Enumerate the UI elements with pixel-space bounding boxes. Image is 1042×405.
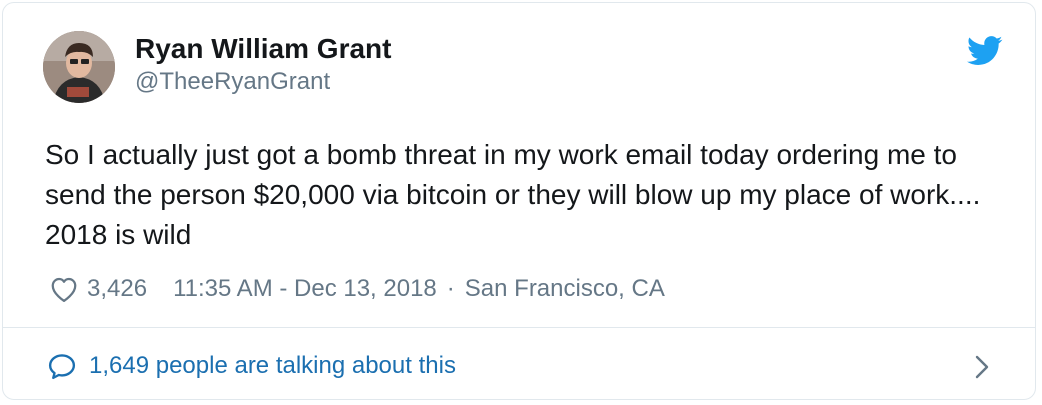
like-count[interactable]: 3,426 [87,275,147,303]
tweet-text: So I actually just got a bomb threat in … [45,139,981,250]
author-name[interactable]: Ryan William Grant [135,31,391,67]
avatar[interactable] [43,31,115,103]
author-handle[interactable]: @TheeRyanGrant [135,67,391,97]
chevron-right-icon[interactable] [973,354,991,380]
conversation-link[interactable]: 1,649 people are talking about this [3,328,1035,400]
heart-icon[interactable] [49,275,79,303]
tweet-card: Ryan William Grant @TheeRyanGrant So I a… [2,2,1036,400]
tweet-location[interactable]: San Francisco, CA [465,275,665,303]
speech-bubble-icon [47,352,77,380]
tweet-meta: 3,426 11:35 AM - Dec 13, 2018 · San Fran… [49,273,665,305]
talking-count-link[interactable]: 1,649 people are talking about this [89,350,456,382]
meta-separator: · [446,275,455,302]
author-block: Ryan William Grant @TheeRyanGrant [135,31,391,97]
twitter-bird-icon[interactable] [967,35,1003,67]
tweet-header: Ryan William Grant @TheeRyanGrant [43,29,1005,109]
tweet-timestamp[interactable]: 11:35 AM - Dec 13, 2018 [173,275,437,303]
